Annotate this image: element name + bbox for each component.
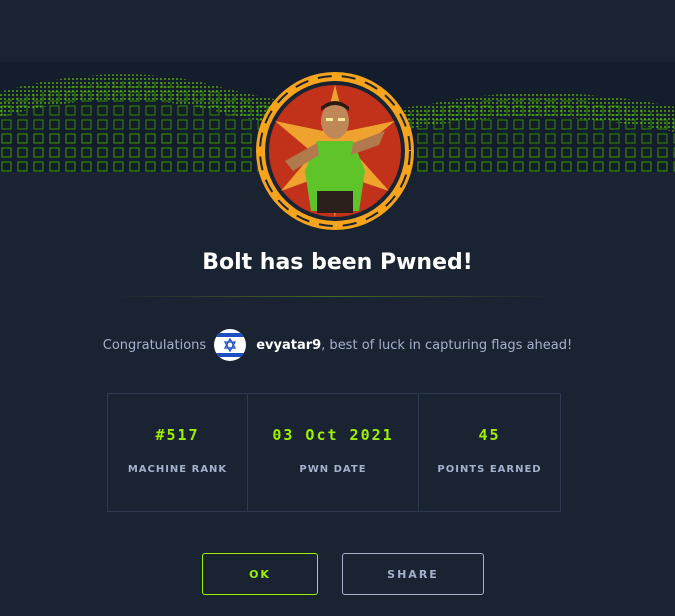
machine-avatar — [255, 71, 415, 231]
machine-avatar-icon — [256, 72, 414, 230]
congrats-suffix: , best of luck in capturing flags ahead! — [321, 337, 573, 353]
title-divider — [112, 296, 554, 297]
page-title: Bolt has been Pwned! — [202, 250, 473, 275]
stat-label: PWN DATE — [299, 464, 367, 475]
share-button[interactable]: SHARE — [342, 553, 484, 595]
stats-panel: #517 MACHINE RANK 03 Oct 2021 PWN DATE 4… — [107, 393, 561, 512]
stat-label: POINTS EARNED — [437, 464, 542, 475]
stat-pwn-date: 03 Oct 2021 PWN DATE — [248, 394, 419, 511]
congratulations-message: Congratulations evyatar9 , best of luck … — [0, 328, 675, 362]
israel-flag-icon — [214, 329, 247, 361]
stat-machine-rank: #517 MACHINE RANK — [108, 394, 248, 511]
stat-label: MACHINE RANK — [127, 464, 228, 475]
username-link[interactable]: evyatar9 — [256, 338, 321, 353]
congrats-prefix: Congratulations — [102, 337, 207, 353]
stat-points-earned: 45 POINTS EARNED — [419, 394, 560, 511]
ok-button[interactable]: OK — [202, 553, 318, 595]
stat-value: 03 Oct 2021 — [272, 426, 394, 444]
stat-value: #517 — [155, 426, 200, 444]
stat-value: 45 — [478, 426, 501, 444]
